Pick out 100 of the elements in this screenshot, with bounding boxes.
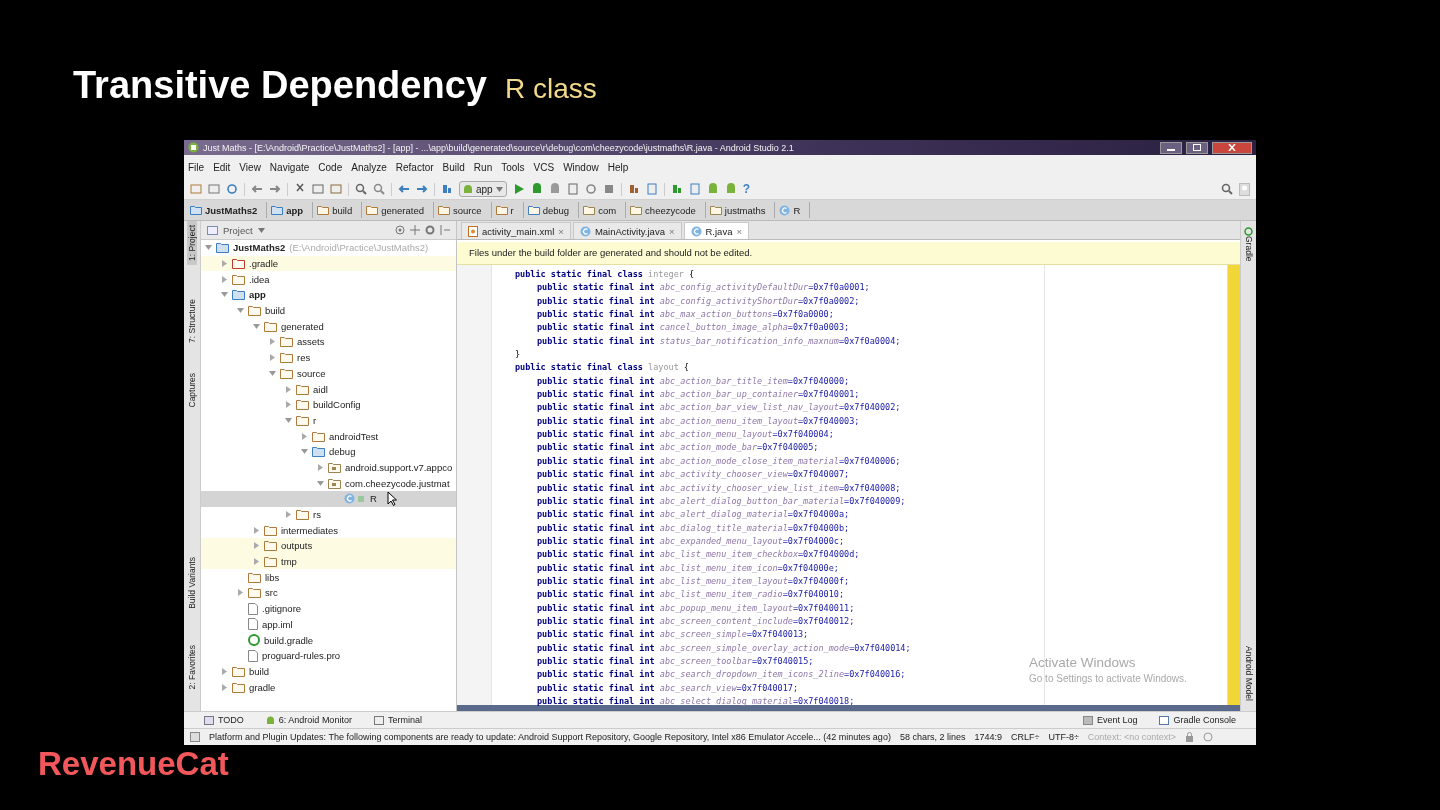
collapsed-arrow-icon[interactable]: [253, 558, 260, 566]
expanded-arrow-icon[interactable]: [301, 448, 308, 456]
tree-item[interactable]: generated: [201, 318, 456, 335]
search-icon[interactable]: [1221, 183, 1233, 195]
breadcrumb[interactable]: r: [493, 202, 524, 218]
tool-window-button[interactable]: 6: Android Monitor: [265, 715, 352, 725]
lock-icon[interactable]: [1184, 732, 1194, 742]
tree-item[interactable]: gradle: [201, 679, 456, 695]
tool-window-button[interactable]: Event Log: [1082, 715, 1138, 725]
tool-window-tab[interactable]: Captures: [187, 368, 197, 412]
tree-item[interactable]: intermediates: [201, 522, 456, 539]
expanded-arrow-icon[interactable]: [253, 322, 260, 330]
breadcrumb[interactable]: app: [269, 202, 314, 218]
tree-item[interactable]: build: [201, 663, 456, 680]
tree-item[interactable]: source: [201, 365, 456, 382]
menu-item[interactable]: Analyze: [351, 161, 387, 173]
menu-item[interactable]: Build: [442, 161, 465, 173]
project-view-dropdown[interactable]: Project: [223, 224, 253, 236]
close-tab-button[interactable]: ×: [736, 225, 742, 237]
back-icon[interactable]: [398, 183, 410, 195]
expanded-arrow-icon[interactable]: [205, 244, 212, 252]
tree-item[interactable]: debug: [201, 443, 456, 460]
collapsed-arrow-icon[interactable]: [221, 260, 228, 268]
close-tab-button[interactable]: ×: [558, 225, 564, 237]
expanded-arrow-icon[interactable]: [317, 479, 324, 487]
tree-item[interactable]: buildConfig: [201, 396, 456, 413]
menu-item[interactable]: VCS: [533, 161, 555, 173]
expanded-arrow-icon[interactable]: [285, 416, 292, 424]
collapsed-arrow-icon[interactable]: [269, 354, 276, 362]
run-icon[interactable]: [512, 183, 525, 195]
maximize-button[interactable]: [1186, 141, 1208, 154]
tree-item[interactable]: libs: [201, 569, 456, 586]
expanded-arrow-icon[interactable]: [269, 369, 276, 377]
user-icon[interactable]: [1239, 182, 1250, 196]
file-encoding[interactable]: UTF-8÷: [1048, 732, 1079, 742]
menu-item[interactable]: Code: [318, 161, 343, 173]
close-button[interactable]: [1212, 141, 1252, 154]
tree-item[interactable]: .gradle: [201, 255, 456, 272]
android-icon[interactable]: [724, 183, 737, 195]
collapsed-arrow-icon[interactable]: [285, 401, 292, 409]
menu-item[interactable]: Help: [607, 161, 629, 173]
tool-window-tab[interactable]: 1: Project: [187, 221, 197, 265]
tree-item[interactable]: assets: [201, 334, 456, 350]
tool-window-button[interactable]: TODO: [204, 715, 244, 725]
tree-item[interactable]: build: [201, 302, 456, 319]
tree-item[interactable]: android.support.v7.appco: [201, 459, 456, 476]
expanded-arrow-icon[interactable]: [237, 307, 244, 315]
tool-window-button[interactable]: Gradle Console: [1159, 715, 1236, 725]
menu-item[interactable]: Edit: [213, 161, 231, 173]
tool-window-tab[interactable]: 7: Structure: [187, 294, 197, 347]
run-configuration-dropdown[interactable]: app: [459, 181, 507, 197]
tool-window-tab[interactable]: Build Variants: [187, 552, 197, 613]
tree-item[interactable]: com.cheezycode.justmat: [201, 475, 456, 491]
device-icon[interactable]: [566, 183, 579, 195]
tree-item[interactable]: src: [201, 585, 456, 601]
forward-icon[interactable]: [416, 183, 428, 195]
tree-item[interactable]: .idea: [201, 271, 456, 288]
close-tab-button[interactable]: ×: [668, 225, 675, 237]
breadcrumb[interactable]: R: [777, 202, 811, 218]
collapsed-arrow-icon[interactable]: [317, 463, 324, 471]
redo-icon[interactable]: [269, 183, 281, 195]
tool-window-tab[interactable]: Android Model: [1243, 646, 1254, 701]
stop-icon[interactable]: [602, 183, 615, 195]
menu-item[interactable]: Navigate: [269, 161, 310, 173]
breadcrumb[interactable]: cheezycode: [628, 202, 706, 218]
minimize-button[interactable]: [1160, 141, 1182, 154]
editor-tab[interactable]: MainActivity.java ×: [572, 222, 682, 239]
tree-item[interactable]: app: [201, 287, 456, 303]
editor-tab[interactable]: R.java ×: [683, 222, 749, 239]
caret-position[interactable]: 1744:9: [974, 732, 1002, 742]
collapsed-arrow-icon[interactable]: [221, 667, 228, 675]
tool-window-tab[interactable]: Gradle: [1243, 236, 1254, 262]
tree-item[interactable]: .gitignore: [201, 600, 456, 617]
menu-item[interactable]: File: [188, 161, 205, 173]
tree-item[interactable]: app.iml: [201, 616, 456, 633]
help-button[interactable]: ?: [742, 182, 751, 196]
menu-item[interactable]: Window: [563, 161, 599, 173]
menu-item[interactable]: Refactor: [395, 161, 434, 173]
line-separator[interactable]: CRLF÷: [1010, 732, 1040, 742]
search-icon[interactable]: [355, 183, 367, 195]
tree-item[interactable]: R: [201, 491, 456, 507]
collapsed-arrow-icon[interactable]: [301, 432, 308, 440]
horizontal-scrollbar[interactable]: [457, 705, 1240, 711]
collapsed-arrow-icon[interactable]: [285, 511, 292, 519]
tree-item[interactable]: proguard-rules.pro: [201, 647, 456, 664]
breadcrumb[interactable]: com: [581, 202, 627, 218]
tree-item[interactable]: outputs: [201, 538, 456, 554]
breadcrumb[interactable]: generated: [364, 202, 435, 218]
dropdown-caret-icon[interactable]: [257, 227, 265, 233]
tree-item[interactable]: build.gradle: [201, 632, 456, 648]
menu-item[interactable]: Tools: [501, 161, 525, 173]
breadcrumb[interactable]: JustMaths2: [188, 202, 268, 218]
panel-toggle-icon[interactable]: [190, 732, 200, 742]
collapsed-arrow-icon[interactable]: [237, 589, 244, 597]
collapsed-arrow-icon[interactable]: [221, 275, 228, 283]
tree-item[interactable]: rs: [201, 506, 456, 523]
collapsed-arrow-icon[interactable]: [253, 542, 260, 550]
expanded-arrow-icon[interactable]: [221, 291, 228, 299]
breadcrumb[interactable]: build: [315, 202, 363, 218]
breadcrumb[interactable]: justmaths: [707, 202, 776, 218]
